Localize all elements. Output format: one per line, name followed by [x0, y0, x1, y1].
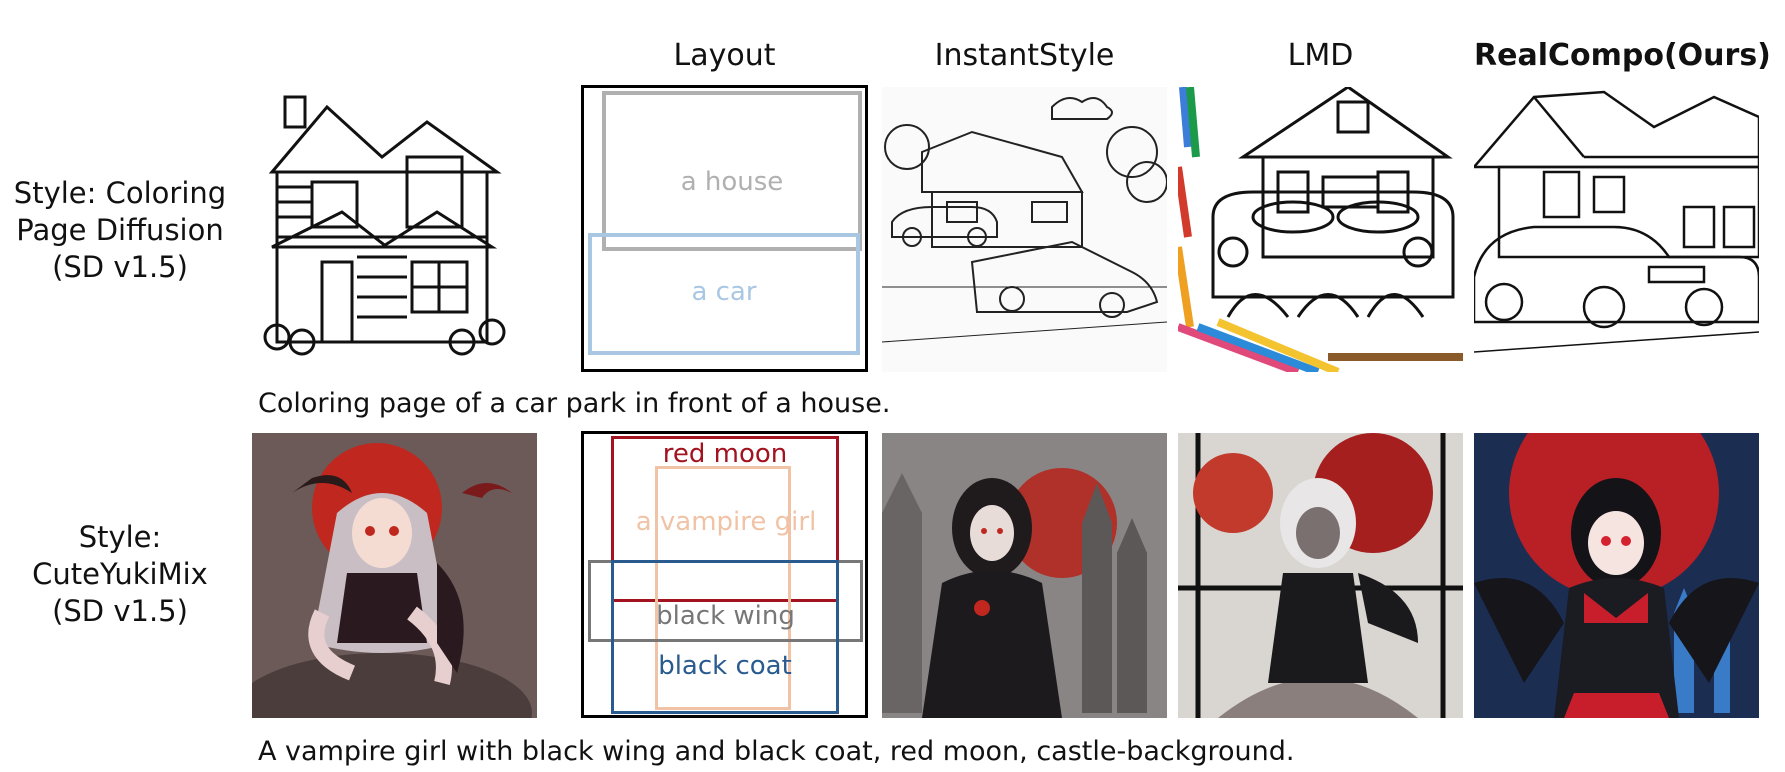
layout-label-house: a house	[680, 167, 784, 197]
layout-label-black-coat: black coat	[658, 651, 792, 681]
realcompo-image-row1	[1474, 87, 1759, 372]
realcompo-image-row2	[1474, 433, 1759, 718]
reference-image-house	[252, 87, 537, 372]
column-header-instantstyle: InstantStyle	[934, 38, 1115, 73]
row-label-cuteyukimix: Style: CuteYukiMix (SD v1.5)	[0, 519, 240, 630]
layout-label-red-moon: red moon	[662, 439, 788, 469]
lmd-image-row2	[1178, 433, 1463, 718]
layout-box-car: a car	[588, 233, 860, 355]
layout-box-house: a house	[602, 91, 862, 251]
layout-panel-row1: a house a car	[581, 85, 868, 372]
reference-image-vampire	[252, 433, 537, 718]
row-label-line: (SD v1.5)	[52, 594, 188, 628]
layout-label-vampire-girl: a vampire girl	[635, 507, 817, 537]
row-label-line: CuteYukiMix	[32, 557, 208, 591]
row-label-coloring: Style: Coloring Page Diffusion (SD v1.5)	[0, 175, 240, 286]
column-header-layout: Layout	[673, 38, 776, 73]
layout-label-car: a car	[691, 277, 757, 307]
caption-row2: A vampire girl with black wing and black…	[258, 736, 1295, 767]
instantstyle-image-row2	[882, 433, 1167, 718]
layout-box-black-coat: black coat	[611, 560, 839, 714]
row-label-line: Style: Coloring	[13, 176, 227, 210]
lmd-image-row1	[1178, 87, 1463, 372]
layout-panel-row2: red moon a vampire girl black wing black…	[581, 431, 868, 718]
instantstyle-image-row1	[882, 87, 1167, 372]
column-header-lmd: LMD	[1287, 38, 1354, 73]
row-label-line: Page Diffusion	[16, 213, 224, 247]
column-header-realcompo: RealCompo(Ours)	[1474, 38, 1771, 73]
caption-row1: Coloring page of a car park in front of …	[258, 388, 891, 419]
row-label-line: (SD v1.5)	[52, 250, 188, 284]
row-label-line: Style:	[78, 520, 162, 554]
